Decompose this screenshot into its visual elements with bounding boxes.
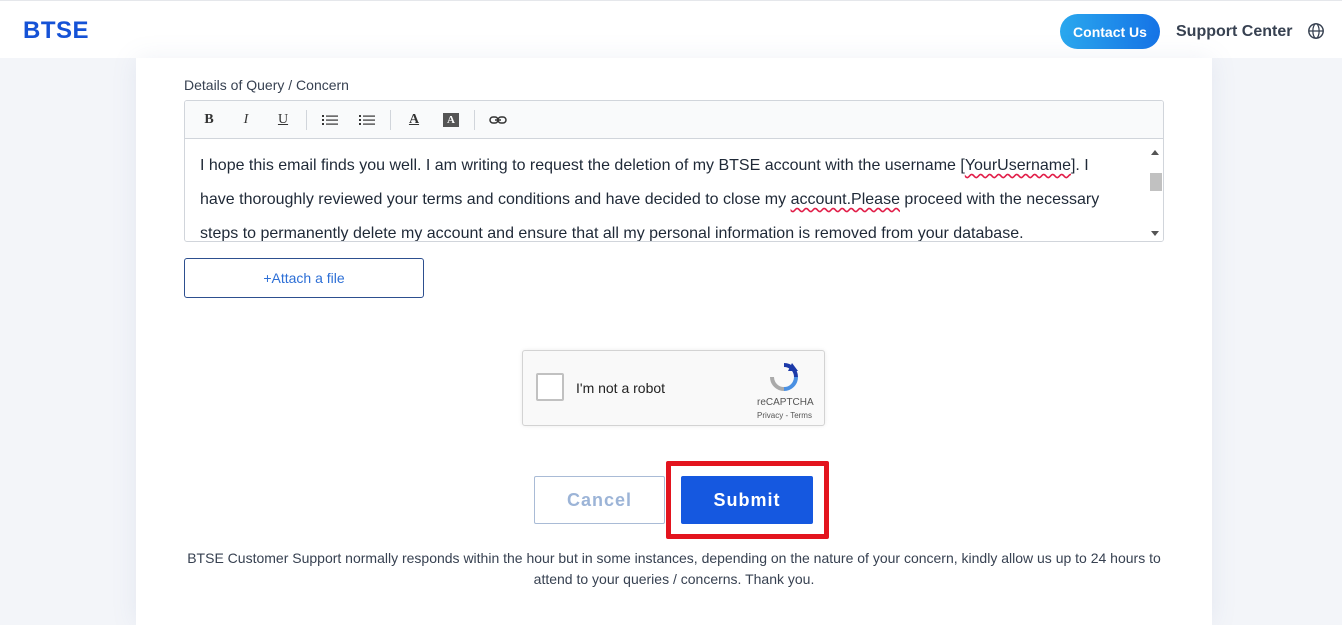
toolbar-divider (474, 109, 475, 130)
recaptcha-terms-link[interactable]: Privacy - Terms (757, 411, 812, 420)
submit-button[interactable]: Submit (681, 476, 813, 524)
misspelled-word: YourUsername (964, 157, 1071, 174)
italic-button[interactable]: I (232, 108, 260, 132)
scroll-up-arrow-icon[interactable] (1151, 150, 1159, 155)
background-color-button[interactable]: A (443, 112, 459, 127)
numbered-list-button[interactable] (353, 108, 381, 132)
bold-button[interactable]: B (195, 108, 223, 132)
attach-file-button[interactable]: +Attach a file (184, 258, 424, 298)
response-time-note: BTSE Customer Support normally responds … (187, 550, 1161, 587)
numbered-list-icon (359, 114, 375, 125)
recaptcha-brand: reCAPTCHA (757, 397, 814, 408)
link-button[interactable] (484, 108, 512, 132)
toolbar-divider (390, 109, 391, 130)
body-text: I hope this email finds you well. I am w… (200, 157, 965, 174)
cancel-button[interactable]: Cancel (534, 476, 665, 524)
support-center-link[interactable]: Support Center (1176, 22, 1292, 42)
globe-icon[interactable] (1307, 22, 1325, 40)
bullet-list-icon (322, 114, 338, 125)
details-label: Details of Query / Concern (184, 77, 349, 93)
recaptcha-widget: I'm not a robot reCAPTCHA Privacy - Term… (522, 350, 825, 426)
underline-button[interactable]: U (269, 108, 297, 132)
recaptcha-checkbox[interactable] (536, 373, 564, 401)
editor-toolbar: B I U A A (185, 101, 1163, 139)
font-color-button[interactable]: A (400, 108, 428, 132)
rich-text-editor[interactable]: B I U A A I hope this email finds you we… (184, 100, 1164, 242)
recaptcha-label: I'm not a robot (576, 380, 666, 396)
btse-logo[interactable]: BTSE (23, 19, 89, 43)
contact-us-button[interactable]: Contact Us (1060, 14, 1160, 49)
bullet-list-button[interactable] (316, 108, 344, 132)
editor-content[interactable]: I hope this email finds you well. I am w… (185, 139, 1163, 241)
scroll-thumb[interactable] (1150, 173, 1162, 191)
toolbar-divider (306, 109, 307, 130)
editor-scrollbar[interactable] (1146, 139, 1163, 241)
link-icon (489, 115, 507, 124)
scroll-down-arrow-icon[interactable] (1151, 231, 1159, 236)
recaptcha-logo-icon (770, 363, 798, 391)
top-navigation-bar: BTSE Contact Us Support Center (0, 0, 1342, 58)
misspelled-word: account.Please (790, 191, 900, 208)
